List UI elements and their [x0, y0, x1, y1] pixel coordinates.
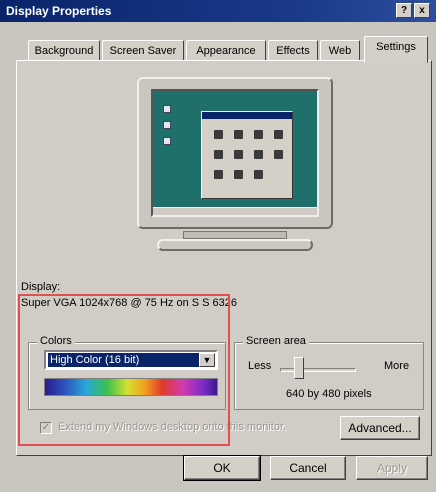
close-button[interactable]: x [414, 3, 430, 18]
monitor-screen [151, 89, 319, 217]
color-spectrum-bar [44, 378, 218, 396]
preview-icon [254, 150, 263, 159]
screen-area-group-title: Screen area [243, 335, 309, 347]
window-title: Display Properties [6, 4, 112, 18]
colors-group-title: Colors [37, 335, 75, 347]
tab-appearance[interactable]: Appearance [186, 40, 266, 62]
slider-more-label: More [384, 360, 410, 372]
tab-web[interactable]: Web [320, 40, 360, 62]
tab-screen-saver[interactable]: Screen Saver [102, 40, 184, 62]
slider-less-label: Less [248, 360, 272, 372]
chevron-down-icon[interactable]: ▼ [199, 353, 215, 367]
preview-icon [214, 130, 223, 139]
desktop-icon [163, 105, 171, 113]
desktop-icon [163, 137, 171, 145]
title-bar: Display Properties ? x [0, 0, 436, 22]
preview-window [201, 111, 293, 199]
preview-icon [254, 130, 263, 139]
preview-icon [274, 150, 283, 159]
preview-icon [234, 130, 243, 139]
help-button[interactable]: ? [396, 3, 412, 18]
monitor-preview [137, 77, 333, 229]
screen-area-value: 640 by 480 pixels [286, 388, 372, 400]
colors-selected-value: High Color (16 bit) [48, 353, 200, 367]
tab-strip: Background Screen Saver Appearance Effec… [20, 36, 432, 63]
advanced-button[interactable]: Advanced... [340, 416, 420, 440]
preview-taskbar [153, 207, 317, 215]
preview-icon [234, 150, 243, 159]
colors-select[interactable]: High Color (16 bit) ▼ [44, 350, 218, 370]
cancel-button[interactable]: Cancel [270, 456, 346, 480]
tab-settings[interactable]: Settings [364, 36, 428, 63]
screen-area-slider-track[interactable] [280, 368, 356, 372]
screen-area-slider-thumb[interactable] [294, 357, 304, 379]
tab-background[interactable]: Background [28, 40, 100, 62]
preview-icon [214, 150, 223, 159]
preview-icon [214, 170, 223, 179]
display-value: Super VGA 1024x768 @ 75 Hz on S S 6326 [21, 297, 238, 309]
preview-icon [234, 170, 243, 179]
monitor-stand [157, 239, 313, 251]
extend-desktop-checkbox[interactable]: ✓ [40, 422, 52, 434]
display-label: Display: [21, 281, 61, 293]
preview-icon [254, 170, 263, 179]
desktop-icon [163, 121, 171, 129]
preview-icon [274, 130, 283, 139]
preview-window-title [202, 112, 292, 119]
extend-desktop-label: Extend my Windows desktop onto this moni… [58, 421, 287, 433]
tab-effects[interactable]: Effects [268, 40, 318, 62]
monitor-neck [183, 231, 287, 239]
apply-button[interactable]: Apply [356, 456, 428, 480]
ok-button[interactable]: OK [183, 455, 261, 481]
